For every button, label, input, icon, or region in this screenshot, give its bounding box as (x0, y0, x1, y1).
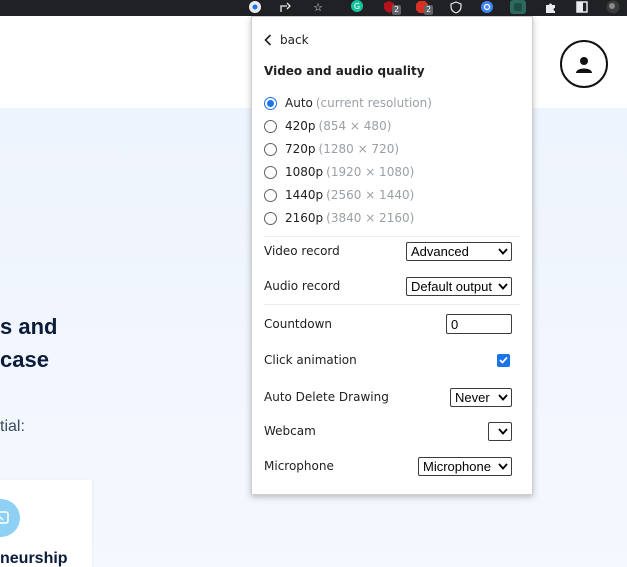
resolution-detail: (1920 × 1080) (326, 165, 415, 179)
click-animation-label: Click animation (264, 353, 357, 367)
user-icon (576, 57, 592, 73)
adblock-badge: 2 (424, 5, 434, 15)
browser-toolbar: ☆ G 2 2 (0, 0, 627, 16)
video-record-label: Video record (264, 244, 340, 258)
webcam-row: Webcam (264, 420, 512, 442)
auto-delete-label: Auto Delete Drawing (264, 390, 389, 404)
microphone-value: Microphone (423, 458, 491, 474)
chevron-left-icon (264, 34, 272, 46)
countdown-label: Countdown (264, 317, 333, 331)
at-icon[interactable] (479, 0, 495, 14)
radio-button[interactable] (264, 165, 277, 179)
back-label: back (280, 33, 309, 47)
settings-popup: back Video and audio quality Auto (curren… (251, 16, 533, 495)
chevron-down-icon (498, 281, 508, 291)
chevron-down-icon (498, 461, 508, 471)
puzzle-icon[interactable] (542, 0, 558, 14)
webcam-label: Webcam (264, 424, 316, 438)
grammarly-icon[interactable]: G (349, 0, 365, 14)
star-icon[interactable]: ☆ (310, 0, 326, 14)
resolution-label: 720p (285, 142, 316, 156)
radio-button[interactable] (264, 188, 277, 202)
chrome-icon[interactable] (247, 0, 263, 14)
microphone-row: Microphone Microphone (264, 455, 512, 477)
page-heading: s and case (0, 310, 57, 376)
chevron-down-icon (498, 426, 508, 436)
card-title: neurship (0, 550, 68, 567)
resolution-detail: (3840 × 2160) (326, 211, 415, 225)
resolution-option[interactable]: 1080p (1920 × 1080) (264, 163, 414, 181)
page-heading-line: case (0, 347, 49, 372)
radio-button[interactable] (264, 119, 277, 133)
countdown-row: Countdown (264, 313, 512, 335)
video-record-row: Video record Advanced (264, 240, 512, 262)
countdown-input[interactable] (446, 314, 512, 334)
chevron-down-icon (498, 246, 508, 256)
resolution-detail: (854 × 480) (318, 119, 392, 133)
audio-record-label: Audio record (264, 279, 341, 293)
resolution-label: 420p (285, 119, 316, 133)
divider (264, 304, 520, 305)
account-button[interactable] (560, 40, 608, 88)
section-title: Video and audio quality (264, 64, 425, 78)
radio-button[interactable] (264, 142, 277, 156)
window-icon[interactable] (574, 0, 590, 14)
video-record-select[interactable]: Advanced (406, 241, 512, 261)
shield-icon[interactable] (448, 0, 464, 14)
auto-delete-select[interactable]: Never (450, 387, 512, 407)
checkmark-icon (499, 356, 508, 364)
back-button[interactable]: back (264, 33, 309, 47)
audio-record-value: Default output (411, 278, 492, 294)
resolution-label: Auto (285, 96, 313, 110)
chevron-down-icon (498, 392, 508, 402)
click-animation-checkbox[interactable] (497, 353, 510, 367)
resolution-option[interactable]: 1440p (2560 × 1440) (264, 186, 414, 204)
extension-icon[interactable] (510, 0, 526, 14)
radio-button[interactable] (264, 211, 277, 225)
auto-delete-row: Auto Delete Drawing Never (264, 386, 512, 408)
video-record-value: Advanced (411, 243, 469, 259)
resolution-label: 2160p (285, 211, 324, 225)
profile-icon[interactable] (605, 0, 621, 14)
share-icon[interactable] (278, 0, 294, 14)
resolution-option[interactable]: Auto (current resolution) (264, 94, 432, 112)
page-subtext: tial: (0, 418, 25, 435)
resolution-detail: (1280 × 720) (318, 142, 400, 156)
resolution-detail: (current resolution) (315, 96, 432, 110)
resolution-option[interactable]: 720p (1280 × 720) (264, 140, 399, 158)
resolution-label: 1080p (285, 165, 324, 179)
auto-delete-value: Never (455, 389, 490, 405)
ublock-badge: 2 (392, 5, 402, 15)
resolution-option[interactable]: 2160p (3840 × 2160) (264, 209, 414, 227)
click-animation-row: Click animation (264, 349, 512, 371)
microphone-label: Microphone (264, 459, 334, 473)
svg-text:G: G (354, 2, 360, 11)
page-heading-line: s and (0, 314, 58, 339)
radio-button[interactable] (264, 96, 277, 110)
divider (264, 236, 520, 237)
microphone-select[interactable]: Microphone (418, 456, 512, 476)
audio-record-row: Audio record Default output (264, 275, 512, 297)
resolution-option[interactable]: 420p (854 × 480) (264, 117, 391, 135)
audio-record-select[interactable]: Default output (406, 276, 512, 296)
resolution-label: 1440p (285, 188, 324, 202)
webcam-select[interactable] (488, 421, 512, 441)
resolution-detail: (2560 × 1440) (326, 188, 415, 202)
